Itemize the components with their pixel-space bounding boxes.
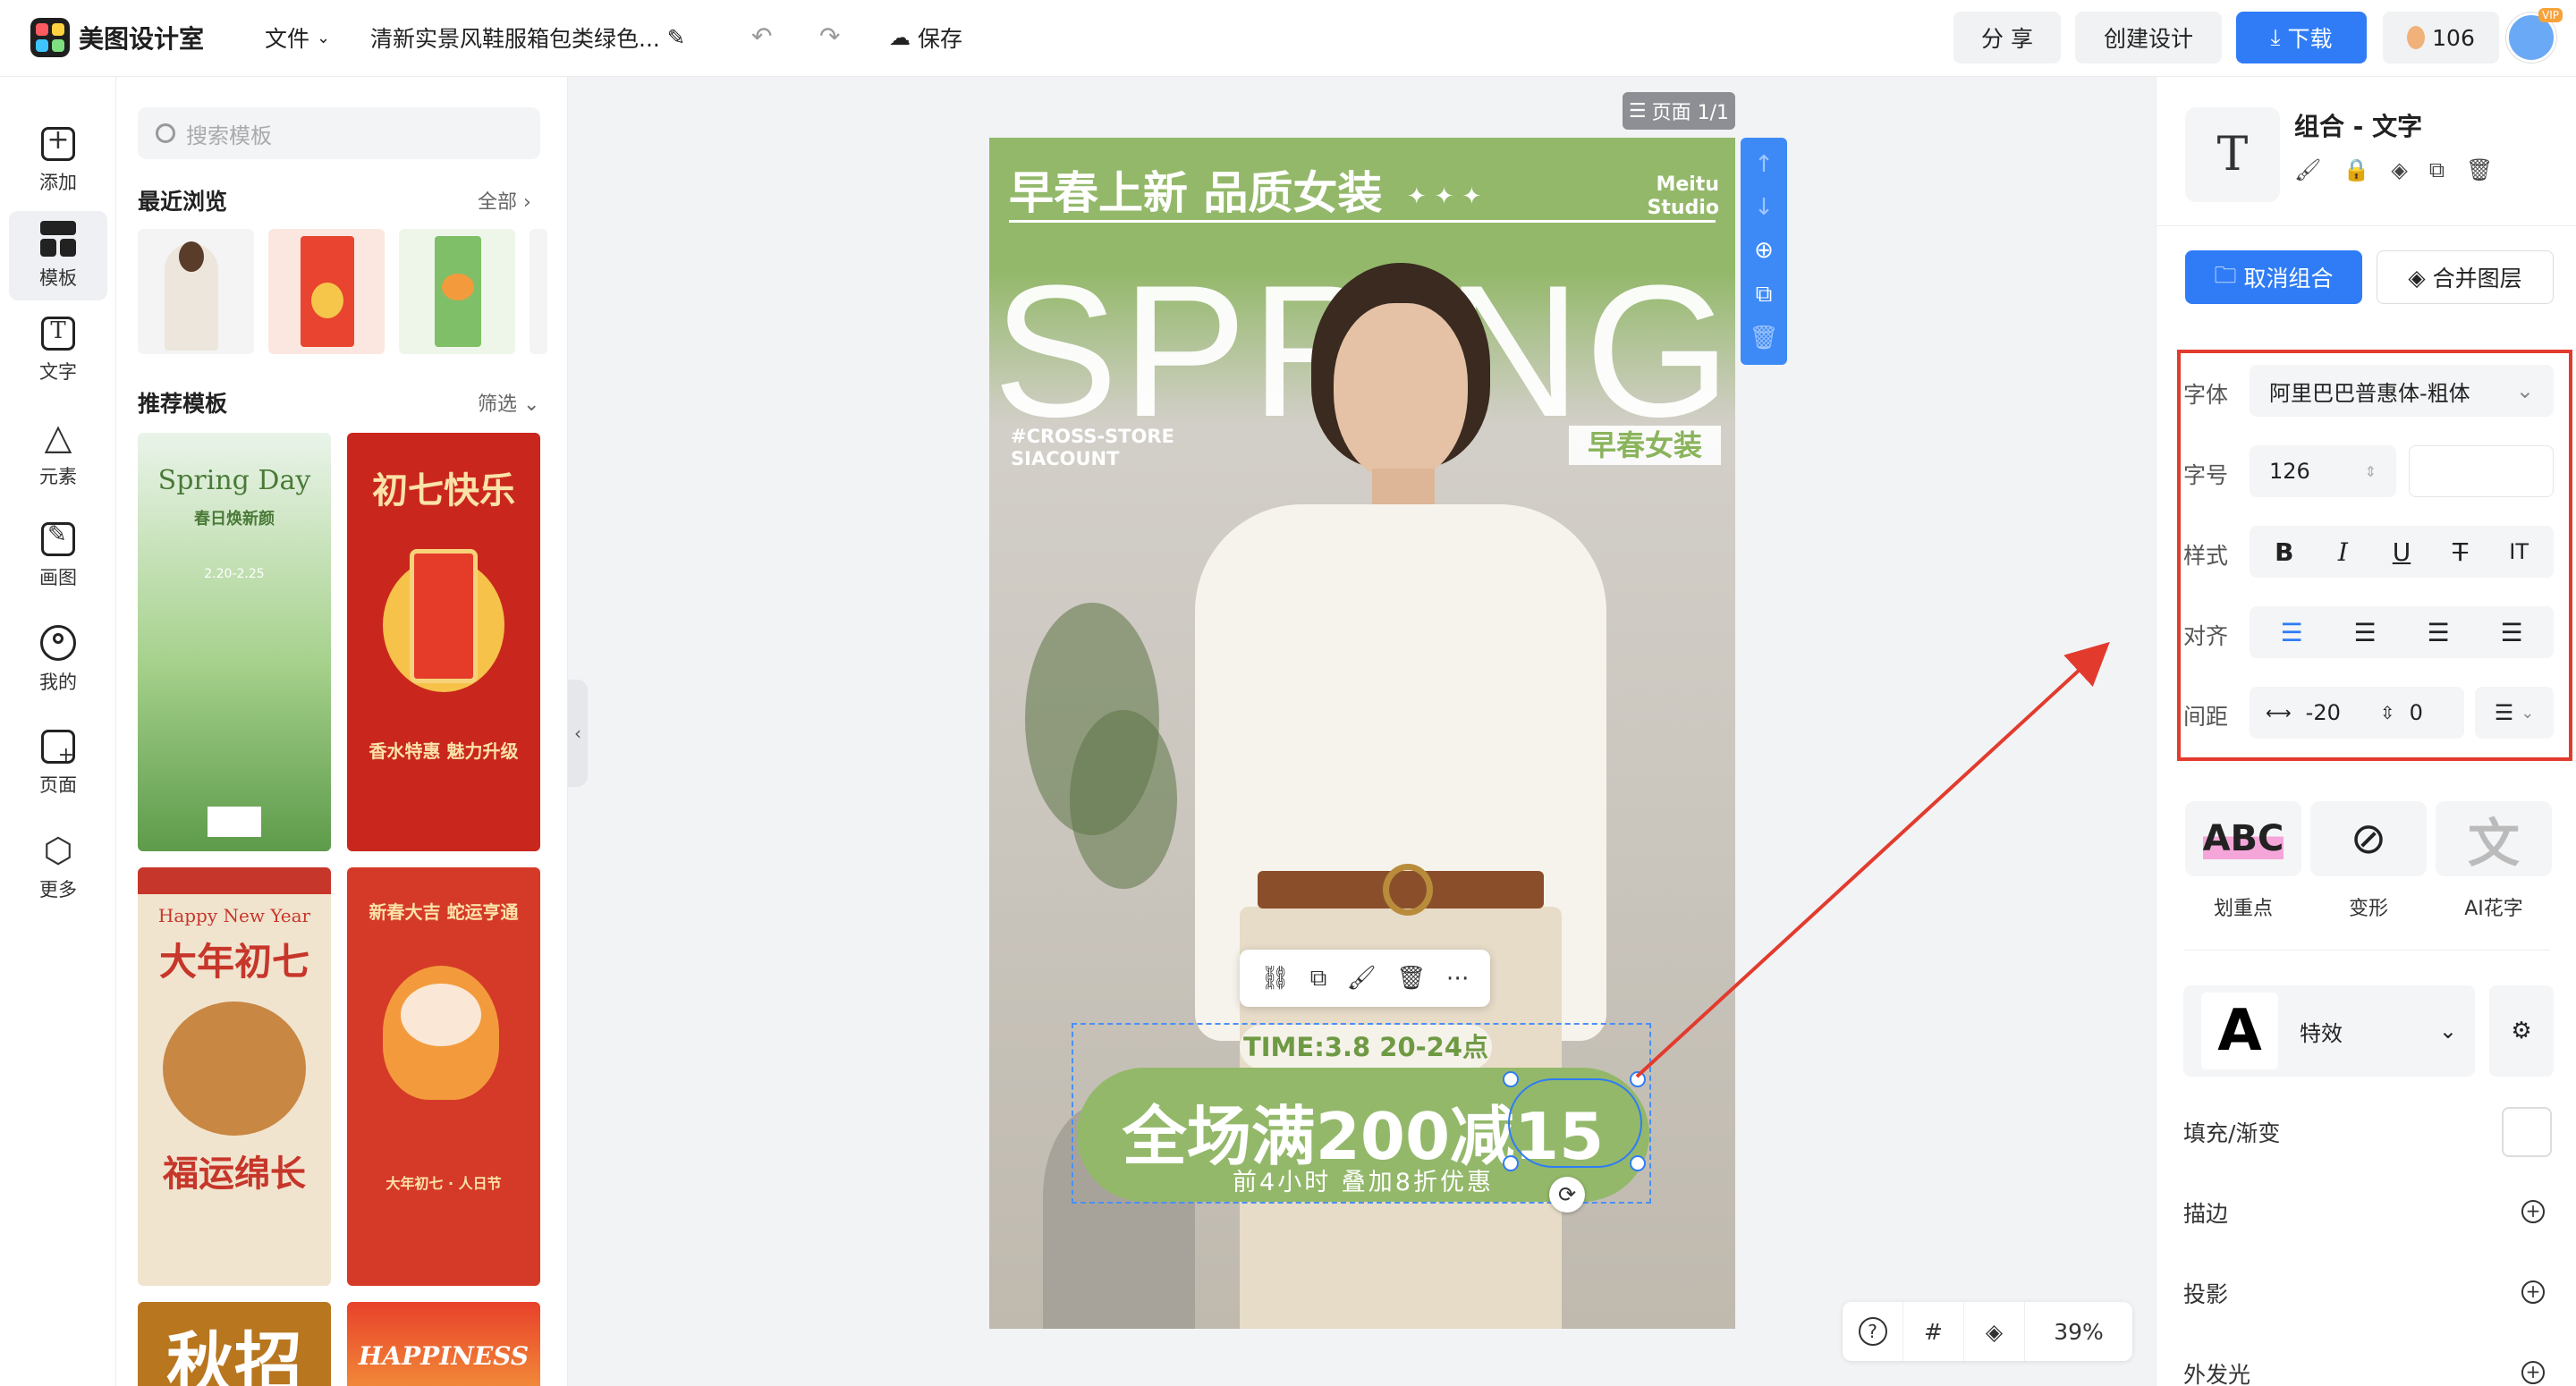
annotation-arrow bbox=[1635, 641, 2110, 1078]
